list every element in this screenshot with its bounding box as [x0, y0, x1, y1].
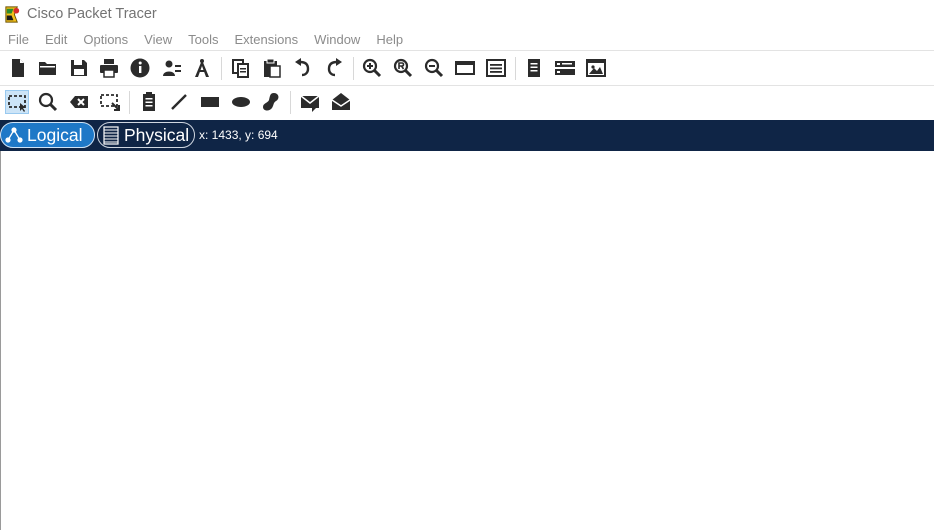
freeform-shape-icon — [263, 93, 279, 111]
toolbar-separator — [515, 57, 516, 80]
notepad-icon — [143, 92, 155, 111]
menu-help[interactable]: Help — [368, 30, 403, 50]
picture-icon — [586, 59, 606, 77]
copy-icon — [232, 59, 249, 78]
menu-view[interactable]: View — [136, 30, 172, 50]
freeform-draw-button[interactable] — [259, 90, 283, 114]
info-icon — [130, 58, 150, 78]
cursor-coordinates: x: 1433, y: 694 — [199, 128, 278, 142]
save-button[interactable] — [67, 56, 91, 80]
menu-extensions[interactable]: Extensions — [226, 30, 298, 50]
main-toolbar — [0, 53, 934, 84]
menu-options[interactable]: Options — [75, 30, 128, 50]
delete-tool-button[interactable] — [67, 90, 91, 114]
magnifier-icon — [38, 92, 58, 112]
undo-button[interactable] — [291, 56, 315, 80]
rack-device-icon — [555, 61, 575, 75]
menu-bar: File Edit Options View Tools Extensions … — [0, 30, 934, 50]
open-envelope-icon — [331, 93, 351, 110]
tower-icon — [195, 59, 209, 77]
select-tool-button[interactable] — [5, 90, 29, 114]
list-window-icon — [486, 59, 506, 77]
paste-button[interactable] — [260, 56, 284, 80]
network-information-button[interactable] — [160, 56, 184, 80]
redo-icon — [327, 58, 342, 77]
line-icon — [171, 94, 187, 110]
tab-physical-label: Physical — [124, 124, 190, 145]
drawing-toolbar — [0, 87, 934, 118]
network-info-icon — [163, 60, 181, 76]
custom-devices-dialog-button[interactable] — [190, 56, 214, 80]
draw-line-button[interactable] — [167, 90, 191, 114]
printer-icon — [100, 59, 118, 78]
workspace-bar: Logical Physical x: 1433, y: 694 — [0, 120, 934, 151]
folder-open-icon — [39, 62, 56, 75]
rectangle-icon — [201, 97, 219, 107]
document-icon — [528, 59, 540, 77]
tab-logical-label: Logical — [27, 124, 83, 145]
toolbar-separator — [353, 57, 354, 80]
open-folder-button[interactable] — [36, 56, 60, 80]
zoom-reset-icon — [393, 58, 413, 78]
new-file-icon — [12, 59, 24, 77]
zoom-out-button[interactable] — [422, 56, 446, 80]
draw-rectangle-button[interactable] — [198, 90, 222, 114]
zoom-reset-button[interactable] — [391, 56, 415, 80]
menu-edit[interactable]: Edit — [37, 30, 67, 50]
place-note-button[interactable] — [137, 90, 161, 114]
zoom-out-icon — [424, 58, 444, 78]
image-viewer-button[interactable] — [584, 56, 608, 80]
toolbar-divider — [0, 85, 934, 86]
activity-wizard-info-button[interactable] — [128, 56, 152, 80]
notes-button[interactable] — [522, 56, 546, 80]
save-icon — [71, 60, 87, 76]
toolbar-separator — [221, 57, 222, 80]
title-bar: Cisco Packet Tracer — [0, 0, 934, 30]
drawing-palette-button[interactable] — [453, 56, 477, 80]
add-simple-pdu-button[interactable] — [298, 90, 322, 114]
closed-envelope-icon — [300, 95, 320, 112]
paste-icon — [264, 58, 281, 78]
select-marquee-icon — [8, 95, 26, 112]
toolbar-separator — [129, 91, 130, 114]
custom-device-list-button[interactable] — [484, 56, 508, 80]
resize-marquee-icon — [100, 94, 120, 111]
device-dialog-button[interactable] — [553, 56, 577, 80]
copy-button[interactable] — [229, 56, 253, 80]
resize-shape-button[interactable] — [98, 90, 122, 114]
print-button[interactable] — [97, 56, 121, 80]
ellipse-icon — [232, 97, 250, 107]
toolbar-separator — [290, 91, 291, 114]
add-complex-pdu-button[interactable] — [329, 90, 353, 114]
logical-workspace-canvas[interactable] — [0, 151, 934, 530]
delete-backspace-icon — [70, 96, 88, 108]
window-icon — [455, 61, 475, 75]
inspect-tool-button[interactable] — [36, 90, 60, 114]
window-title: Cisco Packet Tracer — [27, 6, 157, 22]
draw-ellipse-button[interactable] — [229, 90, 253, 114]
zoom-in-button[interactable] — [360, 56, 384, 80]
logical-topology-icon — [5, 127, 23, 143]
undo-icon — [295, 58, 310, 77]
menu-tools[interactable]: Tools — [180, 30, 218, 50]
physical-rack-icon — [103, 126, 119, 145]
tab-physical[interactable]: Physical — [97, 122, 195, 148]
menu-window[interactable]: Window — [306, 30, 360, 50]
zoom-in-icon — [362, 58, 382, 78]
tab-logical[interactable]: Logical — [0, 122, 95, 148]
new-file-button[interactable] — [6, 56, 30, 80]
redo-button[interactable] — [322, 56, 346, 80]
menu-file[interactable]: File — [0, 30, 29, 50]
menu-divider — [0, 50, 934, 51]
packet-tracer-app-icon — [5, 6, 20, 23]
